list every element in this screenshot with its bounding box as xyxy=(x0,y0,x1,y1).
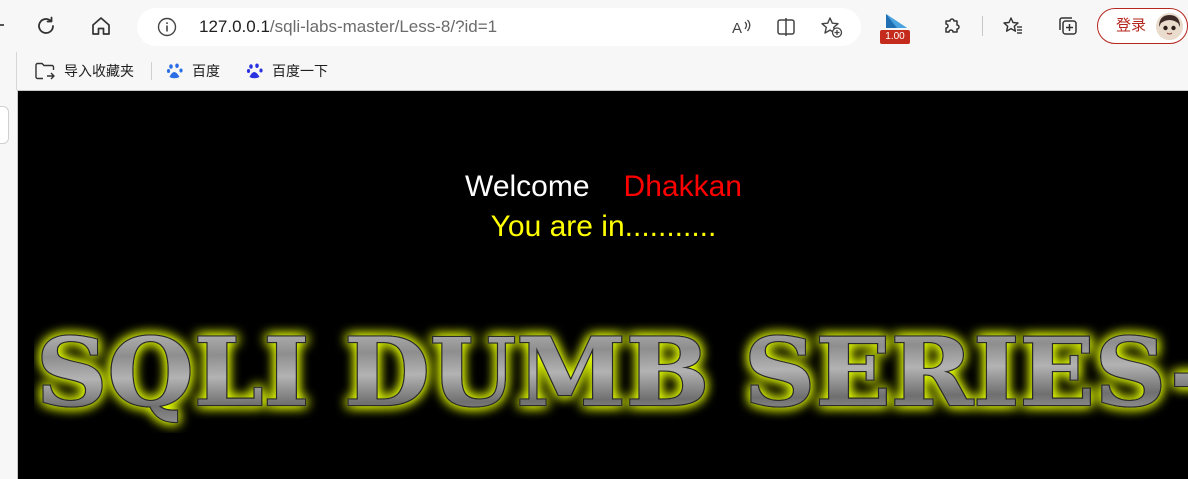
back-button-edge[interactable] xyxy=(0,24,4,26)
collections-button[interactable] xyxy=(1050,8,1086,44)
welcome-label: Welcome xyxy=(465,170,590,203)
star-add-icon xyxy=(821,17,843,38)
baidu-paw-icon xyxy=(166,63,183,79)
web-page-content: Welcome Dhakkan You are in........... SQ… xyxy=(17,90,1188,479)
favorites-star-icon xyxy=(1003,17,1022,34)
side-panel-strip xyxy=(0,90,17,479)
banner-image: SQLI DUMB SERIES- xyxy=(34,313,1188,433)
favorite-item-baidu[interactable]: 百度 xyxy=(166,59,220,83)
extension-icon xyxy=(886,14,907,28)
url-path: /sqli-labs-master/Less-8/?id=1 xyxy=(269,17,498,36)
read-aloud-icon: A xyxy=(732,19,751,37)
favorite-item-label: 百度一下 xyxy=(272,63,328,79)
favorites-bar: 导入收藏夹 百度 百度一下 xyxy=(0,52,1188,90)
login-label: 登录 xyxy=(1116,17,1147,34)
browser-toolbar: 127.0.0.1/sqli-labs-master/Less-8/?id=1 … xyxy=(0,0,1188,52)
extension-badge: 1.00 xyxy=(880,30,910,44)
sidebar-toggle-tab[interactable] xyxy=(0,106,9,144)
status-message: You are in........... xyxy=(490,210,717,243)
extension-button[interactable]: 1.00 xyxy=(880,12,912,44)
url-host: 127.0.0.1 xyxy=(199,17,270,36)
favorite-item-label: 百度 xyxy=(192,63,220,79)
url-text[interactable]: 127.0.0.1/sqli-labs-master/Less-8/?id=1 xyxy=(199,17,497,37)
favorites-separator xyxy=(151,62,152,80)
import-favorites-label: 导入收藏夹 xyxy=(64,63,134,79)
window-edge xyxy=(16,52,17,92)
home-button[interactable] xyxy=(83,8,119,44)
import-folder-icon xyxy=(35,62,55,80)
refresh-button[interactable] xyxy=(28,8,64,44)
puzzle-icon xyxy=(945,18,960,33)
address-bar[interactable]: 127.0.0.1/sqli-labs-master/Less-8/?id=1 … xyxy=(137,8,861,46)
home-icon xyxy=(92,17,110,35)
banner-text: SQLI DUMB SERIES- xyxy=(36,318,1188,428)
split-screen-icon xyxy=(777,18,795,36)
import-favorites[interactable]: 导入收藏夹 xyxy=(34,59,134,83)
baidu-paw-icon xyxy=(246,63,263,79)
split-screen-button[interactable] xyxy=(774,15,798,39)
toolbar-divider xyxy=(982,16,983,36)
svg-text:A: A xyxy=(732,20,742,37)
refresh-icon xyxy=(38,16,54,34)
login-button[interactable]: 登录 xyxy=(1097,8,1188,44)
welcome-name: Dhakkan xyxy=(623,170,742,203)
add-favorite-button[interactable] xyxy=(819,15,843,39)
avatar xyxy=(1156,13,1183,40)
avatar-face-icon xyxy=(1156,13,1183,40)
read-aloud-button[interactable]: A xyxy=(729,15,753,39)
site-info-icon[interactable] xyxy=(157,17,177,37)
extensions-button[interactable] xyxy=(934,8,970,44)
favorites-button[interactable] xyxy=(995,8,1031,44)
welcome-line: Welcome Dhakkan xyxy=(18,169,1188,205)
collections-icon xyxy=(1059,17,1077,35)
favorite-item-baidu-search[interactable]: 百度一下 xyxy=(246,59,328,83)
